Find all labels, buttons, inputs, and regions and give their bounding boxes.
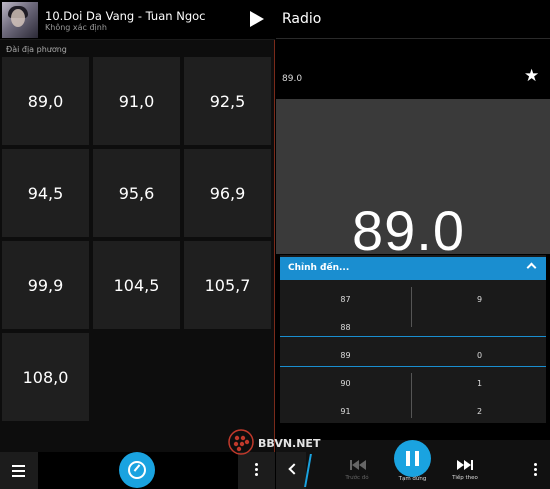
- pause-label: Tạm dừng: [398, 476, 427, 482]
- wheel-selected[interactable]: 89: [280, 351, 411, 360]
- chevron-up-icon[interactable]: [526, 262, 537, 273]
- play-icon[interactable]: [250, 11, 264, 27]
- station-tile[interactable]: 91,0: [93, 57, 180, 145]
- next-label: Tiếp theo: [452, 475, 478, 481]
- tune-picker[interactable]: Chỉnh đến... 87 88 89 90 91 9 0 1 2: [280, 255, 546, 423]
- big-frequency: 89.0: [352, 199, 465, 255]
- selection-line: [280, 336, 546, 337]
- wheel-option[interactable]: 88: [280, 323, 411, 332]
- mhz-wheel[interactable]: 87 88 89 90 91: [280, 280, 411, 423]
- decimal-wheel[interactable]: 9 0 1 2: [413, 280, 546, 423]
- wheel-option[interactable]: 9: [413, 295, 546, 304]
- tune-button[interactable]: [119, 452, 155, 488]
- watermark-text: BBVN.NET: [258, 437, 321, 450]
- overflow-menu-button[interactable]: [520, 452, 550, 489]
- bbvn-logo-icon: [228, 429, 254, 455]
- wheel-option[interactable]: 90: [280, 379, 411, 388]
- star-icon[interactable]: ★: [524, 68, 539, 85]
- previous-label: Trước đó: [345, 475, 369, 481]
- now-playing-bar[interactable]: 10.Doi Da Vang - Tuan Ngoc Không xác địn…: [0, 0, 275, 40]
- station-tile[interactable]: 105,7: [184, 241, 271, 329]
- wheel-option[interactable]: 2: [413, 407, 546, 416]
- page-title: Radio: [282, 11, 322, 27]
- station-tile[interactable]: 96,9: [184, 149, 271, 237]
- current-frequency: 89.0: [282, 74, 303, 84]
- pause-button[interactable]: [394, 440, 431, 477]
- radio-pane: Radio 89.0 ★ 89.0 Chỉnh đến... 87 88 89 …: [276, 0, 550, 489]
- track-artist: Không xác định: [45, 23, 107, 32]
- station-tile[interactable]: 99,9: [2, 241, 89, 329]
- station-tile[interactable]: 108,0: [2, 333, 89, 421]
- wheel-selected[interactable]: 0: [413, 351, 546, 360]
- selection-line: [280, 366, 546, 367]
- local-stations-pane: 10.Doi Da Vang - Tuan Ngoc Không xác địn…: [0, 0, 275, 489]
- picker-header[interactable]: Chỉnh đến...: [280, 257, 546, 280]
- more-vertical-icon: [534, 463, 537, 478]
- station-tile[interactable]: 95,6: [93, 149, 180, 237]
- menu-icon: [12, 465, 25, 467]
- divider: [276, 38, 550, 39]
- station-tile[interactable]: 92,5: [184, 57, 271, 145]
- skip-next-icon: [457, 460, 473, 470]
- radio-tune-icon: [128, 461, 146, 479]
- chevron-left-icon: [288, 463, 300, 475]
- pause-icon: [406, 451, 410, 466]
- skip-previous-icon: [350, 460, 366, 470]
- wheel-option[interactable]: 87: [280, 295, 411, 304]
- frequency-display: 89.0: [276, 99, 550, 254]
- wheel-option[interactable]: 91: [280, 407, 411, 416]
- more-vertical-icon: [255, 463, 258, 478]
- watermark: BBVN.NET: [228, 429, 358, 459]
- wheel-option[interactable]: 1: [413, 379, 546, 388]
- station-tile[interactable]: 104,5: [93, 241, 180, 329]
- album-art: [2, 2, 38, 38]
- station-tile[interactable]: 89,0: [2, 57, 89, 145]
- previous-button[interactable]: Trước đó: [342, 458, 372, 486]
- next-button[interactable]: Tiếp theo: [450, 458, 480, 486]
- menu-button[interactable]: [0, 452, 38, 489]
- station-tile[interactable]: 94,5: [2, 149, 89, 237]
- track-title: 10.Doi Da Vang - Tuan Ngoc: [45, 9, 206, 23]
- picker-title: Chỉnh đến...: [288, 263, 350, 273]
- column-divider: [411, 373, 412, 418]
- column-divider: [411, 287, 412, 327]
- section-label: Đài địa phương: [6, 45, 67, 54]
